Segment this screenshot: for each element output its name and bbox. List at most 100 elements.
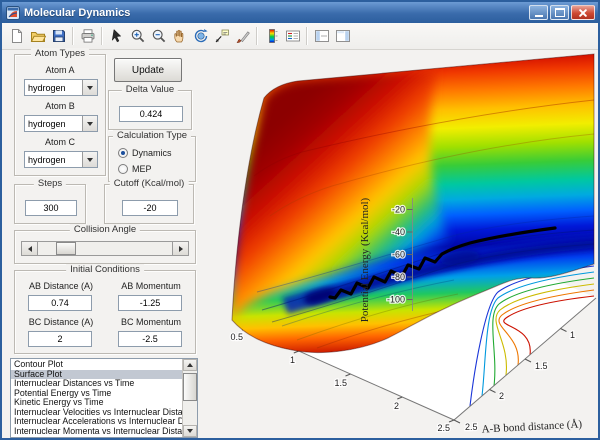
minimize-icon <box>535 15 543 17</box>
z-tick: -40 <box>392 227 405 237</box>
list-item[interactable]: Internuclear Momenta vs Internuclear Dis… <box>11 427 183 437</box>
atom-types-panel: Atom Types Atom A hydrogen Atom B hydrog… <box>14 54 106 176</box>
initial-conditions-panel: Initial Conditions AB Distance (A) AB Mo… <box>14 270 196 354</box>
y-tick: 0.5 <box>230 332 243 342</box>
maximize-icon <box>555 8 565 17</box>
radio-dynamics-label: Dynamics <box>132 148 172 158</box>
y-tick: 2.5 <box>437 423 450 433</box>
steps-field[interactable]: 300 <box>25 200 77 216</box>
atom-c-label: Atom C <box>15 137 105 147</box>
z-tick: -80 <box>392 272 405 282</box>
listbox-scrollbar[interactable] <box>182 359 197 437</box>
x-tick: 2.5 <box>465 422 478 432</box>
plot-type-listbox[interactable]: Contour Plot Surface Plot Internuclear D… <box>10 358 198 438</box>
ab-momentum-label: AB Momentum <box>109 281 193 291</box>
atom-c-dropdown[interactable]: hydrogen <box>24 151 98 168</box>
slider-thumb[interactable] <box>56 242 76 255</box>
cutoff-panel: Cutoff (Kcal/mol) -20 <box>104 184 194 224</box>
bc-distance-label: BC Distance (A) <box>19 317 103 327</box>
scrollbar-thumb[interactable] <box>183 373 197 401</box>
radio-dynamics-icon[interactable] <box>118 148 128 158</box>
save-figure-button[interactable] <box>48 26 69 47</box>
rotate-3d-icon <box>193 28 209 44</box>
update-button[interactable]: Update <box>114 58 182 82</box>
radio-mep[interactable]: MEP <box>118 164 152 174</box>
scroll-down-arrow[interactable] <box>183 425 197 437</box>
delta-value-panel: Delta Value 0.424 <box>108 90 192 130</box>
collision-angle-slider[interactable] <box>21 241 189 256</box>
scroll-up-arrow[interactable] <box>183 359 197 371</box>
data-cursor-button[interactable] <box>211 26 232 47</box>
list-item[interactable]: Internuclear Accelerations vs Internucle… <box>11 417 183 427</box>
toolbar <box>2 23 598 50</box>
list-item[interactable]: Internuclear Velocities vs Internuclear … <box>11 408 183 418</box>
chevron-down-icon[interactable] <box>82 80 97 95</box>
y-tick: 2 <box>394 401 399 411</box>
radio-mep-icon[interactable] <box>118 164 128 174</box>
print-figure-button[interactable] <box>77 26 98 47</box>
atom-c-value: hydrogen <box>25 155 82 165</box>
brush-data-button[interactable] <box>232 26 253 47</box>
insert-legend-button[interactable] <box>282 26 303 47</box>
y-tick: 1 <box>290 355 295 365</box>
plot-axes[interactable]: -20 -40 -60 -80 -100 0.5 1 1.5 2 2.5 2.5… <box>202 48 600 438</box>
data-cursor-icon <box>214 28 230 44</box>
bc-distance-field[interactable]: 2 <box>28 331 92 347</box>
maximize-button[interactable] <box>550 5 569 20</box>
atom-b-dropdown[interactable]: hydrogen <box>24 115 98 132</box>
window-title: Molecular Dynamics <box>24 7 529 19</box>
open-file-button[interactable] <box>27 26 48 47</box>
cursor-arrow-icon <box>109 28 125 44</box>
show-plot-tools-button[interactable] <box>332 26 353 47</box>
new-document-icon <box>9 28 25 44</box>
chevron-down-icon[interactable] <box>82 152 97 167</box>
z-tick: -100 <box>387 295 405 305</box>
pan-button[interactable] <box>169 26 190 47</box>
minimize-button[interactable] <box>529 5 548 20</box>
delta-value-field[interactable]: 0.424 <box>119 106 183 122</box>
zoom-in-icon <box>130 28 146 44</box>
slider-right-arrow[interactable] <box>172 242 188 255</box>
calculation-type-panel: Calculation Type Dynamics MEP <box>108 136 196 182</box>
chevron-down-icon[interactable] <box>82 116 97 131</box>
atom-b-label: Atom B <box>15 101 105 111</box>
new-figure-button[interactable] <box>6 26 27 47</box>
list-item[interactable]: Contour Plot <box>11 360 183 370</box>
rotate-3d-button[interactable] <box>190 26 211 47</box>
zoom-out-icon <box>151 28 167 44</box>
list-item[interactable]: Internuclear Distances vs Time <box>11 379 183 389</box>
bc-momentum-field[interactable]: -2.5 <box>118 331 182 347</box>
list-item-selected[interactable]: Surface Plot <box>11 370 183 380</box>
insert-colorbar-button[interactable] <box>261 26 282 47</box>
arrow-cursor-button[interactable] <box>106 26 127 47</box>
ab-distance-field[interactable]: 0.74 <box>28 295 92 311</box>
printer-icon <box>80 28 96 44</box>
atom-a-dropdown[interactable]: hydrogen <box>24 79 98 96</box>
toolbar-separator <box>306 27 308 45</box>
zoom-out-button[interactable] <box>148 26 169 47</box>
zoom-in-button[interactable] <box>127 26 148 47</box>
x-axis-label: A-B bond distance (Å) <box>481 418 582 435</box>
cutoff-field[interactable]: -20 <box>122 200 178 216</box>
collision-angle-panel: Collision Angle <box>14 230 196 264</box>
toolbar-separator <box>101 27 103 45</box>
show-plot-tools-icon <box>335 28 351 44</box>
ab-momentum-field[interactable]: -1.25 <box>118 295 182 311</box>
brush-icon <box>235 28 251 44</box>
slider-left-arrow[interactable] <box>22 242 38 255</box>
calculation-type-title: Calculation Type <box>113 130 191 141</box>
hide-plot-tools-button[interactable] <box>311 26 332 47</box>
pan-hand-icon <box>172 28 188 44</box>
cutoff-title: Cutoff (Kcal/mol) <box>110 178 189 189</box>
list-item[interactable]: Potential Energy vs Time <box>11 389 183 399</box>
radio-dynamics[interactable]: Dynamics <box>118 148 172 158</box>
hide-plot-tools-icon <box>314 28 330 44</box>
close-button[interactable] <box>571 5 595 20</box>
z-tick: -20 <box>392 205 405 215</box>
bc-momentum-label: BC Momentum <box>109 317 193 327</box>
atom-b-value: hydrogen <box>25 119 82 129</box>
list-item[interactable]: Kinetic Energy vs Time <box>11 398 183 408</box>
radio-mep-label: MEP <box>132 164 152 174</box>
atom-a-label: Atom A <box>15 65 105 75</box>
titlebar[interactable]: Molecular Dynamics <box>2 2 598 23</box>
